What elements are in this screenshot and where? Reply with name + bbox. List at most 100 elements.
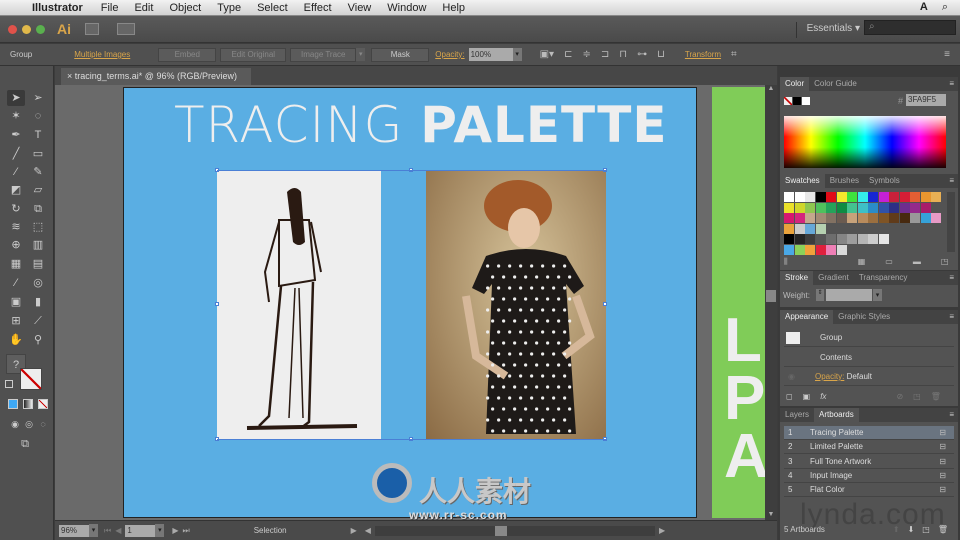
opacity-input[interactable]: 100% — [468, 48, 513, 61]
swatch[interactable] — [868, 213, 878, 223]
swatch-libraries-icon[interactable]: ⫼ — [784, 257, 788, 267]
artboard-dropdown[interactable]: ▾ — [155, 524, 165, 537]
screen-mode-icon[interactable]: ⧉ — [16, 436, 34, 452]
swatch[interactable] — [815, 192, 826, 202]
sketch-image[interactable] — [217, 170, 381, 440]
color-spectrum[interactable] — [784, 116, 946, 168]
move-up-icon[interactable]: ⬆ — [893, 525, 900, 534]
swatch[interactable] — [815, 223, 826, 234]
pen-tool-icon[interactable]: ✒ — [7, 127, 25, 143]
swatch[interactable] — [836, 234, 847, 244]
align-middle-icon[interactable]: ⊶ — [637, 49, 647, 60]
mesh-tool-icon[interactable]: ▦ — [7, 256, 25, 272]
line-tool-icon[interactable]: ╱ — [7, 146, 25, 162]
add-fill-icon[interactable]: ▣ — [803, 392, 811, 401]
swatch[interactable] — [794, 202, 805, 213]
swatch[interactable] — [805, 244, 815, 255]
tab-transparency[interactable]: Transparency — [854, 271, 913, 285]
opacity-link[interactable]: Opacity: — [435, 50, 464, 59]
swatch[interactable] — [847, 202, 857, 213]
artboard-list-item[interactable]: 4 Input Image ⊟ — [784, 469, 954, 483]
swatch[interactable] — [826, 244, 836, 255]
move-down-icon[interactable]: ⬇ — [908, 525, 915, 534]
pencil-tool-icon[interactable]: ✎ — [29, 164, 47, 180]
menu-window[interactable]: Window — [379, 2, 434, 14]
swatch[interactable] — [784, 202, 794, 213]
artboard-list-item[interactable]: 5 Flat Color ⊟ — [784, 483, 954, 498]
bridge-button[interactable] — [85, 23, 99, 35]
appearance-row-contents[interactable]: Contents — [784, 348, 954, 367]
visibility-eye-icon[interactable]: ◉ — [788, 372, 795, 381]
column-graph-tool-icon[interactable]: ▮ — [29, 294, 47, 310]
scroll-left-icon[interactable]: ◀ — [365, 526, 371, 535]
transform-link[interactable]: Transform — [685, 50, 721, 59]
tab-graphic-styles[interactable]: Graphic Styles — [833, 310, 895, 324]
zoom-dropdown[interactable]: ▾ — [89, 524, 98, 537]
swatch[interactable] — [847, 234, 857, 244]
weight-dropdown[interactable]: ▾ — [873, 289, 882, 301]
horizontal-scrollbar[interactable] — [374, 525, 655, 536]
swatch[interactable] — [805, 213, 815, 223]
direct-selection-tool-icon[interactable]: ➢ — [29, 90, 47, 106]
swatch[interactable] — [836, 192, 847, 202]
swatch[interactable] — [878, 213, 889, 223]
swatch[interactable] — [920, 192, 931, 202]
swatch[interactable] — [910, 192, 920, 202]
swatch[interactable] — [794, 213, 805, 223]
swatch[interactable] — [815, 213, 826, 223]
menu-type[interactable]: Type — [209, 2, 249, 14]
swatch[interactable] — [899, 202, 910, 213]
zoom-tool-icon[interactable]: ⚲ — [29, 332, 47, 348]
width-tool-icon[interactable]: ≋ — [7, 219, 25, 235]
swatch[interactable] — [878, 192, 889, 202]
swatch[interactable] — [899, 192, 910, 202]
tab-brushes[interactable]: Brushes — [825, 174, 864, 188]
status-menu-icon[interactable]: ▶ — [351, 526, 357, 535]
panel-menu-icon[interactable]: ≡ — [949, 79, 954, 88]
tab-color-guide[interactable]: Color Guide — [809, 77, 862, 91]
menu-object[interactable]: Object — [161, 2, 209, 14]
scrollbar-thumb[interactable] — [766, 290, 776, 302]
draw-inside-icon[interactable]: ◌ — [34, 416, 52, 432]
swatch[interactable] — [794, 223, 805, 234]
swatch[interactable] — [889, 213, 899, 223]
align-top-icon[interactable]: ⊓ — [619, 49, 627, 60]
scroll-up-icon[interactable]: ▲ — [765, 85, 777, 92]
align-center-icon[interactable]: ≑ — [582, 49, 590, 60]
prev-artboard-icon[interactable]: ◀ — [115, 526, 121, 535]
swatch[interactable] — [784, 223, 794, 234]
artboard-options-icon[interactable]: ⊟ — [939, 426, 946, 440]
artboard-list-item[interactable]: 1 Tracing Palette ⊟ — [784, 426, 954, 440]
menu-select[interactable]: Select — [249, 2, 296, 14]
zoom-window-button[interactable] — [36, 24, 45, 34]
none-swatch[interactable] — [784, 97, 792, 105]
swatch[interactable] — [794, 192, 805, 202]
artboard-options-icon[interactable]: ⊟ — [939, 469, 946, 483]
arrange-documents-button[interactable] — [117, 23, 135, 35]
add-effect-icon[interactable]: fx — [820, 392, 826, 401]
document-tab[interactable]: × tracing_terms.ai* @ 96% (RGB/Preview) — [61, 68, 251, 85]
tab-artboards[interactable]: Artboards — [814, 408, 859, 422]
panel-menu-icon[interactable]: ≡ — [949, 410, 954, 419]
swatch[interactable] — [826, 213, 836, 223]
swatch[interactable] — [836, 202, 847, 213]
artboard-list-item[interactable]: 2 Limited Palette ⊟ — [784, 440, 954, 455]
image-trace-button[interactable]: Image Trace — [290, 47, 357, 62]
minimize-window-button[interactable] — [22, 24, 31, 34]
artboard-list-item[interactable]: 3 Full Tone Artwork ⊟ — [784, 455, 954, 469]
weight-input[interactable] — [826, 289, 872, 301]
swatch-options-icon[interactable]: ▭ — [885, 257, 893, 267]
menu-view[interactable]: View — [340, 2, 380, 14]
align-right-icon[interactable]: ⊐ — [601, 49, 609, 60]
symbol-sprayer-tool-icon[interactable]: ▣ — [7, 294, 25, 310]
embed-button[interactable]: Embed — [158, 47, 217, 62]
eraser-tool-icon[interactable]: ▱ — [29, 182, 47, 198]
tab-layers[interactable]: Layers — [780, 408, 814, 422]
swatch[interactable] — [826, 234, 836, 244]
eyedropper-tool-icon[interactable]: ⁄ — [7, 275, 25, 291]
mask-button[interactable]: Mask — [371, 47, 430, 62]
swatch[interactable] — [889, 202, 899, 213]
scroll-down-icon[interactable]: ▼ — [765, 511, 777, 518]
swatch[interactable] — [805, 223, 815, 234]
swatch[interactable] — [784, 213, 794, 223]
